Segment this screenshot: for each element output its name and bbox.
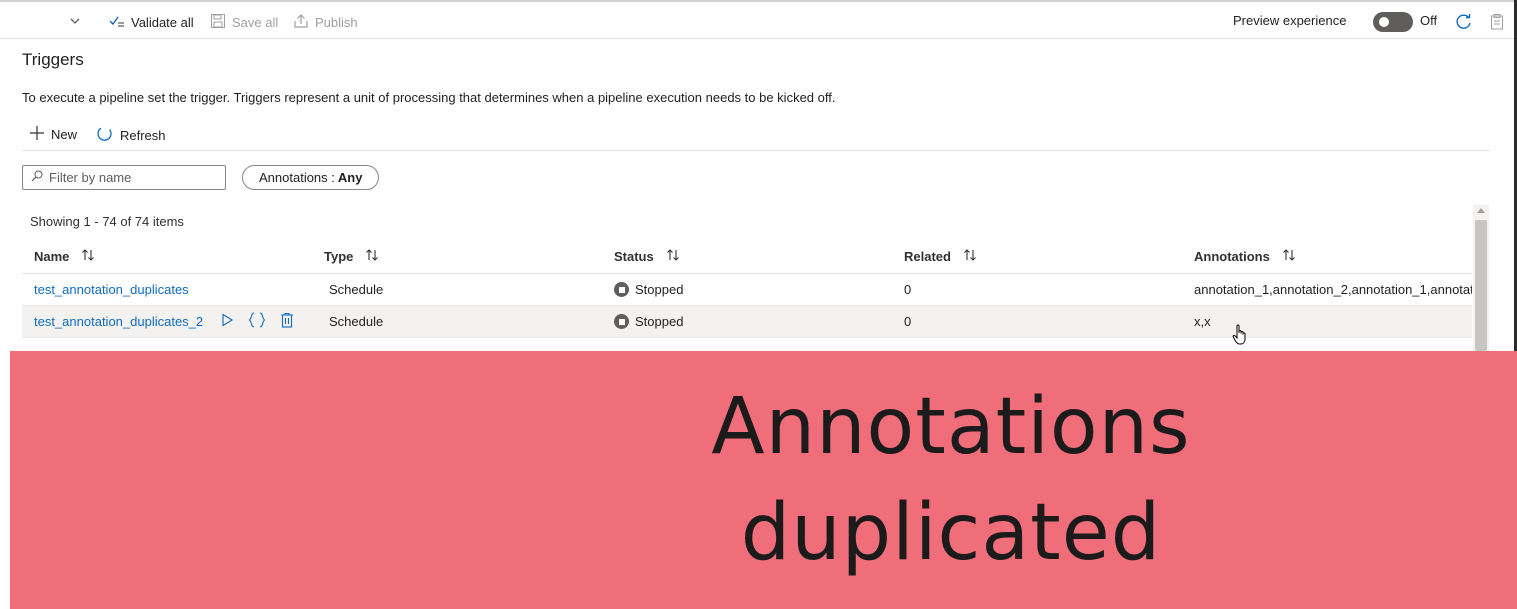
status-text: Stopped — [635, 314, 684, 329]
toolbar: Validate all Save all Publish Preview ex… — [0, 0, 1517, 39]
caption-line-2: duplicated — [740, 488, 1162, 578]
validate-all-label: Validate all — [131, 15, 194, 30]
preview-label-text: Preview experience — [1233, 13, 1347, 28]
refresh-icon[interactable] — [1455, 13, 1473, 36]
publish-icon — [293, 13, 309, 32]
validate-all-button[interactable]: Validate all — [109, 13, 194, 32]
trigger-name-link[interactable]: test_annotation_duplicates — [34, 274, 314, 305]
hand-cursor-icon — [1232, 323, 1248, 352]
row-actions — [220, 306, 294, 337]
page-description: To execute a pipeline set the trigger. T… — [22, 90, 836, 105]
table-row[interactable]: test_annotation_duplicates Schedule Stop… — [22, 274, 1472, 306]
table-row[interactable]: test_annotation_duplicates_2 Schedule St… — [22, 306, 1472, 338]
caption-line-1: Annotations — [711, 382, 1191, 472]
toggle-knob — [1379, 17, 1389, 27]
toggle-state-text: Off — [1420, 13, 1438, 28]
column-header-related[interactable]: Related — [904, 240, 1184, 273]
publish-label: Publish — [315, 15, 358, 30]
column-label: Status — [614, 249, 654, 264]
page-title: Triggers — [22, 50, 84, 69]
preview-toggle[interactable] — [1373, 12, 1413, 32]
chevron-down-icon[interactable] — [68, 14, 82, 33]
trigger-related: 0 — [904, 282, 912, 297]
column-label: Type — [324, 249, 354, 264]
trigger-annotations: annotation_1,annotation_2,annotation_1,a… — [1194, 282, 1472, 297]
plus-icon — [29, 125, 45, 144]
play-icon[interactable] — [220, 313, 234, 330]
code-braces-icon[interactable] — [248, 312, 266, 331]
new-label: New — [51, 127, 78, 142]
column-header-status[interactable]: Status — [614, 240, 894, 273]
annotations-filter-pill[interactable]: Annotations : Any — [242, 165, 380, 190]
preview-experience-label: Preview experience — [1233, 13, 1346, 28]
column-header-type[interactable]: Type — [324, 240, 604, 273]
annotations-filter-value: Any — [337, 170, 363, 185]
table-header: Name Type Status Related Annotations — [22, 240, 1472, 274]
trigger-type: Schedule — [329, 282, 384, 297]
validate-icon — [109, 13, 125, 32]
trigger-status: Stopped — [614, 306, 894, 337]
clipboard-icon[interactable] — [1490, 13, 1504, 36]
annotations-filter-label: Annotations : — [259, 170, 335, 185]
column-label: Annotations — [1194, 249, 1270, 264]
publish-button[interactable]: Publish — [293, 13, 358, 32]
status-text: Stopped — [635, 282, 684, 297]
column-header-name[interactable]: Name — [34, 240, 314, 273]
refresh-button[interactable]: Refresh — [96, 125, 166, 146]
scrollbar-thumb[interactable] — [1475, 220, 1487, 351]
scroll-up-icon[interactable] — [1477, 208, 1485, 213]
column-header-annotations[interactable]: Annotations — [1194, 240, 1472, 273]
save-icon — [210, 13, 226, 32]
stopped-icon — [614, 314, 629, 329]
stopped-icon — [614, 282, 629, 297]
sort-icon[interactable] — [963, 248, 977, 265]
trigger-status: Stopped — [614, 274, 894, 305]
trigger-page: Validate all Save all Publish Preview ex… — [0, 0, 1517, 609]
items-summary: Showing 1 - 74 of 74 items — [30, 214, 184, 229]
command-divider — [22, 150, 1490, 151]
filter-box[interactable] — [22, 165, 226, 190]
delete-icon[interactable] — [280, 312, 294, 331]
caption-text: Annotations duplicated — [10, 351, 1517, 609]
save-all-label: Save all — [232, 15, 279, 30]
trigger-type: Schedule — [329, 314, 384, 329]
filter-input[interactable] — [49, 170, 219, 185]
sort-icon[interactable] — [365, 248, 379, 265]
column-label: Related — [904, 249, 951, 264]
sort-icon[interactable] — [81, 248, 95, 265]
sort-icon[interactable] — [1282, 248, 1296, 265]
column-label: Name — [34, 249, 70, 264]
new-button[interactable]: New — [29, 125, 77, 144]
search-icon — [31, 169, 43, 187]
caption-banner: Annotations duplicated — [10, 351, 1517, 609]
trigger-related: 0 — [904, 314, 912, 329]
refresh-label: Refresh — [120, 128, 166, 143]
toggle-state-label: Off — [1420, 13, 1437, 28]
triggers-table: Name Type Status Related Annotations tes… — [22, 240, 1472, 338]
refresh-icon — [96, 125, 114, 146]
sort-icon[interactable] — [666, 248, 680, 265]
save-all-button[interactable]: Save all — [210, 13, 278, 32]
